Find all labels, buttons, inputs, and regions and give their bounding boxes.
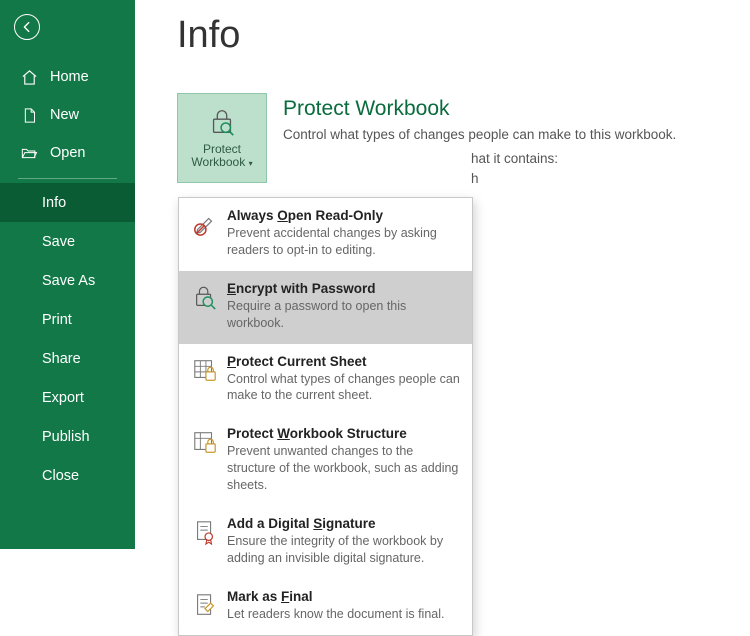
- sidebar-item-new[interactable]: New: [0, 96, 135, 134]
- obscured-text-2: h: [471, 169, 479, 189]
- protect-workbook-button[interactable]: Protect Workbook ▾: [177, 93, 267, 183]
- sidebar-nav: Home New Open Info Save Save As Print: [0, 58, 135, 495]
- sidebar-item-label: Save: [42, 234, 75, 250]
- menu-item-title: Mark as Final: [227, 589, 460, 604]
- sidebar-item-open[interactable]: Open: [0, 134, 135, 172]
- protect-button-label: Protect Workbook ▾: [191, 143, 252, 169]
- pencil-no-icon: [191, 210, 219, 238]
- menu-item-desc: Control what types of changes people can…: [227, 371, 460, 405]
- sidebar-item-label: Share: [42, 351, 81, 367]
- sidebar-item-save[interactable]: Save: [0, 222, 135, 261]
- sidebar-item-label: Open: [50, 145, 85, 161]
- page-title: Info: [177, 14, 730, 57]
- menu-item-digital-signature[interactable]: Add a Digital Signature Ensure the integ…: [179, 506, 472, 579]
- obscured-text-1: hat it contains:: [471, 149, 558, 169]
- menu-item-title: Add a Digital Signature: [227, 516, 460, 531]
- sidebar-item-label: Info: [42, 195, 66, 211]
- chevron-down-icon: ▾: [249, 159, 253, 168]
- menu-item-title: Encrypt with Password: [227, 281, 460, 296]
- protect-description: Protect Workbook Control what types of c…: [283, 93, 676, 142]
- protect-desc: Control what types of changes people can…: [283, 127, 676, 142]
- lock-search-icon: [191, 283, 219, 311]
- menu-item-desc: Prevent accidental changes by asking rea…: [227, 225, 460, 259]
- sidebar-item-label: Close: [42, 468, 79, 484]
- sidebar-item-label: Export: [42, 390, 84, 406]
- sidebar-item-home[interactable]: Home: [0, 58, 135, 96]
- sidebar-item-info[interactable]: Info: [0, 183, 135, 222]
- menu-item-mark-final[interactable]: Mark as Final Let readers know the docum…: [179, 579, 472, 635]
- backstage-sidebar: Home New Open Info Save Save As Print: [0, 0, 135, 549]
- menu-item-protect-sheet[interactable]: Protect Current Sheet Control what types…: [179, 344, 472, 417]
- back-arrow-icon: [18, 18, 36, 36]
- menu-item-title: Protect Current Sheet: [227, 354, 460, 369]
- sheet-lock-icon: [191, 356, 219, 384]
- menu-item-open-readonly[interactable]: Always Open Read-Only Prevent accidental…: [179, 198, 472, 271]
- menu-item-desc: Ensure the integrity of the workbook by …: [227, 533, 460, 567]
- sidebar-item-label: Print: [42, 312, 72, 328]
- sidebar-item-print[interactable]: Print: [0, 300, 135, 339]
- sidebar-item-publish[interactable]: Publish: [0, 417, 135, 456]
- sidebar-item-label: Save As: [42, 273, 95, 289]
- sidebar-item-label: New: [50, 107, 79, 123]
- lock-search-icon: [207, 107, 237, 137]
- protect-workbook-menu: Always Open Read-Only Prevent accidental…: [178, 197, 473, 636]
- file-new-icon: [20, 106, 38, 124]
- menu-item-desc: Require a password to open this workbook…: [227, 298, 460, 332]
- final-stamp-icon: [191, 591, 219, 619]
- home-icon: [20, 68, 38, 86]
- sidebar-item-saveas[interactable]: Save As: [0, 261, 135, 300]
- menu-item-title: Protect Workbook Structure: [227, 426, 460, 441]
- menu-item-encrypt-password[interactable]: Encrypt with Password Require a password…: [179, 271, 472, 344]
- folder-open-icon: [20, 144, 38, 162]
- sidebar-item-label: Home: [50, 69, 89, 85]
- workbook-lock-icon: [191, 428, 219, 456]
- menu-item-title: Always Open Read-Only: [227, 208, 460, 223]
- sidebar-divider: [18, 178, 117, 179]
- menu-item-protect-structure[interactable]: Protect Workbook Structure Prevent unwan…: [179, 416, 472, 506]
- menu-item-desc: Let readers know the document is final.: [227, 606, 460, 623]
- protect-section: Protect Workbook ▾ Protect Workbook Cont…: [177, 93, 730, 183]
- sidebar-item-share[interactable]: Share: [0, 339, 135, 378]
- sidebar-item-label: Publish: [42, 429, 90, 445]
- certificate-icon: [191, 518, 219, 546]
- protect-title: Protect Workbook: [283, 97, 676, 121]
- sidebar-item-close[interactable]: Close: [0, 456, 135, 495]
- back-button[interactable]: [14, 14, 40, 40]
- menu-item-desc: Prevent unwanted changes to the structur…: [227, 443, 460, 494]
- sidebar-item-export[interactable]: Export: [0, 378, 135, 417]
